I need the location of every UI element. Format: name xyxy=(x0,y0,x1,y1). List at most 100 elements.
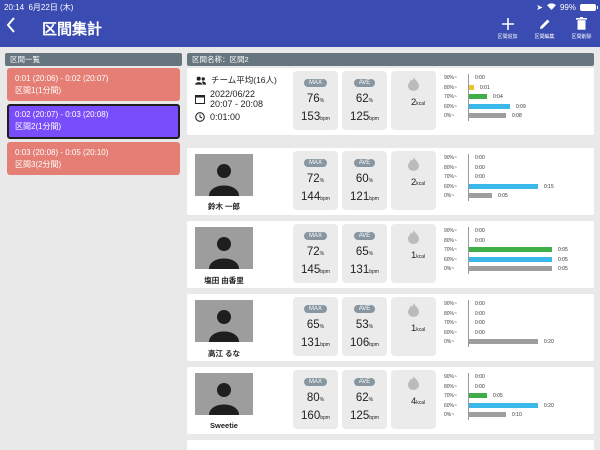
zone-time: 0:00 xyxy=(475,310,485,317)
ave-stat-box: AVE 65% 131bpm xyxy=(342,224,387,283)
zone-label: 90%~ xyxy=(444,155,457,161)
back-button[interactable] xyxy=(6,17,16,37)
zone-label: 80%~ xyxy=(444,237,457,244)
zone-time: 0:01 xyxy=(480,84,490,91)
zone-time: 0:04 xyxy=(493,94,503,100)
max-stat-box: MAX 76% 153bpm xyxy=(293,71,338,130)
segment-time-range: 20:07 - 20:08 xyxy=(210,99,264,109)
avatar xyxy=(195,154,253,196)
zone-chart: 90%~ 0:00 80%~ 0:00 70%~ 0:05 60%~ 0:20 0%~ 0:10 xyxy=(444,373,592,425)
edit-segment-button[interactable]: 区間編集 xyxy=(528,16,561,40)
zone-bar xyxy=(469,402,538,408)
kcal-value: 2kcal xyxy=(411,97,426,108)
kcal-box: 1kcal xyxy=(391,297,436,356)
zone-bar xyxy=(469,84,474,90)
zone-row: 0%~ 0:05 xyxy=(444,265,592,273)
zone-time: 0:05 xyxy=(558,247,568,253)
segment-duration: 0:01:00 xyxy=(210,112,241,122)
zone-bar xyxy=(469,113,506,118)
zone-row: 0%~ 0:05 xyxy=(444,192,592,200)
max-pill: MAX xyxy=(303,159,327,167)
zone-bar xyxy=(469,247,552,252)
zone-chart: 90%~ 0:00 80%~ 0:00 70%~ 0:05 60%~ 0:05 0%~ 0:05 xyxy=(444,227,592,279)
person-card-4: Sweetie MAX 80% 160bpm AVE 62% 125bpm 4k… xyxy=(187,367,594,434)
max-pill: MAX xyxy=(303,232,327,240)
zone-bar xyxy=(469,412,506,417)
zone-time: 0:00 xyxy=(475,228,485,234)
zone-label: 70%~ xyxy=(444,393,457,399)
zone-bar xyxy=(469,183,538,189)
person-name: Sweetie xyxy=(210,421,238,430)
zone-label: 60%~ xyxy=(444,402,457,409)
flame-icon xyxy=(408,77,419,91)
ave-stat-box: AVE 60% 121bpm xyxy=(342,151,387,210)
person-card-3: 高江 るな MAX 65% 131bpm AVE 53% 106bpm 1kca… xyxy=(187,294,594,361)
zone-label: 0%~ xyxy=(444,193,455,199)
zone-label: 90%~ xyxy=(444,75,457,81)
kcal-value: 4kcal xyxy=(411,396,426,407)
zone-label: 70%~ xyxy=(444,247,457,253)
person-card-2: 塩田 由香里 MAX 72% 145bpm AVE 65% 131bpm 1kc… xyxy=(187,221,594,288)
kcal-box: 1kcal xyxy=(391,224,436,283)
max-bpm: 160bpm xyxy=(301,410,330,422)
person-icon xyxy=(209,383,239,415)
flame-icon xyxy=(408,376,419,390)
pencil-icon xyxy=(539,19,549,29)
zone-label: 80%~ xyxy=(444,383,457,390)
segment-item-1[interactable]: 0:01 (20:06) - 0:02 (20:07) 区間1(1分間) xyxy=(7,68,180,101)
zone-label: 0%~ xyxy=(444,412,455,418)
status-left: 20:14 6月22日 (木) xyxy=(4,2,73,12)
zone-row: 60%~ 0:05 xyxy=(444,256,592,264)
group-icon xyxy=(195,76,206,85)
zone-bar xyxy=(469,94,487,99)
zone-row: 80%~ 0:00 xyxy=(444,164,592,172)
zone-row: 80%~ 0:00 xyxy=(444,237,592,245)
zone-time: 0:00 xyxy=(475,174,485,180)
zone-label: 70%~ xyxy=(444,94,457,100)
person-icon xyxy=(209,164,239,196)
trash-icon xyxy=(576,17,587,30)
person-card-1: 鈴木 一郎 MAX 72% 144bpm AVE 60% 121bpm 2kca… xyxy=(187,148,594,215)
delete-segment-button[interactable]: 区間削除 xyxy=(565,16,598,40)
ave-pill: AVE xyxy=(353,159,376,167)
zone-label: 90%~ xyxy=(444,301,457,307)
zone-time: 0:20 xyxy=(544,339,554,345)
max-pill: MAX xyxy=(303,378,327,386)
zone-bar xyxy=(469,103,510,109)
zone-label: 0%~ xyxy=(444,113,455,119)
ave-pct: 62% xyxy=(355,93,374,105)
max-stat-box: MAX 72% 145bpm xyxy=(293,224,338,283)
avatar xyxy=(195,300,253,342)
zone-label: 80%~ xyxy=(444,84,457,91)
zone-label: 80%~ xyxy=(444,310,457,317)
zone-time: 0:00 xyxy=(475,155,485,161)
zone-time: 0:00 xyxy=(475,237,485,244)
add-segment-button[interactable]: 区間追加 xyxy=(491,16,524,40)
max-pct: 65% xyxy=(306,319,325,331)
zone-label: 0%~ xyxy=(444,266,455,272)
kcal-value: 1kcal xyxy=(411,323,426,334)
ave-pill: AVE xyxy=(353,305,376,313)
ave-bpm: 106bpm xyxy=(350,337,379,349)
segment-item-2[interactable]: 0:02 (20:07) - 0:03 (20:08) 区間2(1分間) xyxy=(7,104,180,139)
segment-name: 区間2(1分間) xyxy=(15,122,62,131)
segment-detail-header: 区間名称：区間2 xyxy=(187,53,594,66)
max-bpm: 153bpm xyxy=(301,111,330,123)
segment-range: 0:02 (20:07) - 0:03 (20:08) xyxy=(15,110,109,119)
zone-row: 0%~ 0:20 xyxy=(444,338,592,346)
team-row: チーム平均(16人) xyxy=(195,74,295,86)
zone-row: 80%~ 0:00 xyxy=(444,383,592,391)
app-bar: 20:14 6月22日 (木) ➤ 99% 区間集計 区間追加 区間編集 区間削… xyxy=(0,0,600,47)
status-date: 6月22日 (木) xyxy=(28,3,74,12)
zone-time: 0:00 xyxy=(475,383,485,390)
person-icon xyxy=(209,310,239,342)
avatar xyxy=(195,227,253,269)
segment-item-3[interactable]: 0:03 (20:08) - 0:05 (20:10) 区間3(2分間) xyxy=(7,142,180,175)
zone-time: 0:10 xyxy=(512,412,522,418)
zone-time: 0:05 xyxy=(558,256,568,263)
action-bar: 区間追加 区間編集 区間削除 xyxy=(491,16,598,40)
zone-label: 60%~ xyxy=(444,256,457,263)
zone-row: 70%~ 0:05 xyxy=(444,246,592,254)
zone-row: 90%~ 0:00 xyxy=(444,154,592,162)
battery-icon xyxy=(580,3,598,11)
